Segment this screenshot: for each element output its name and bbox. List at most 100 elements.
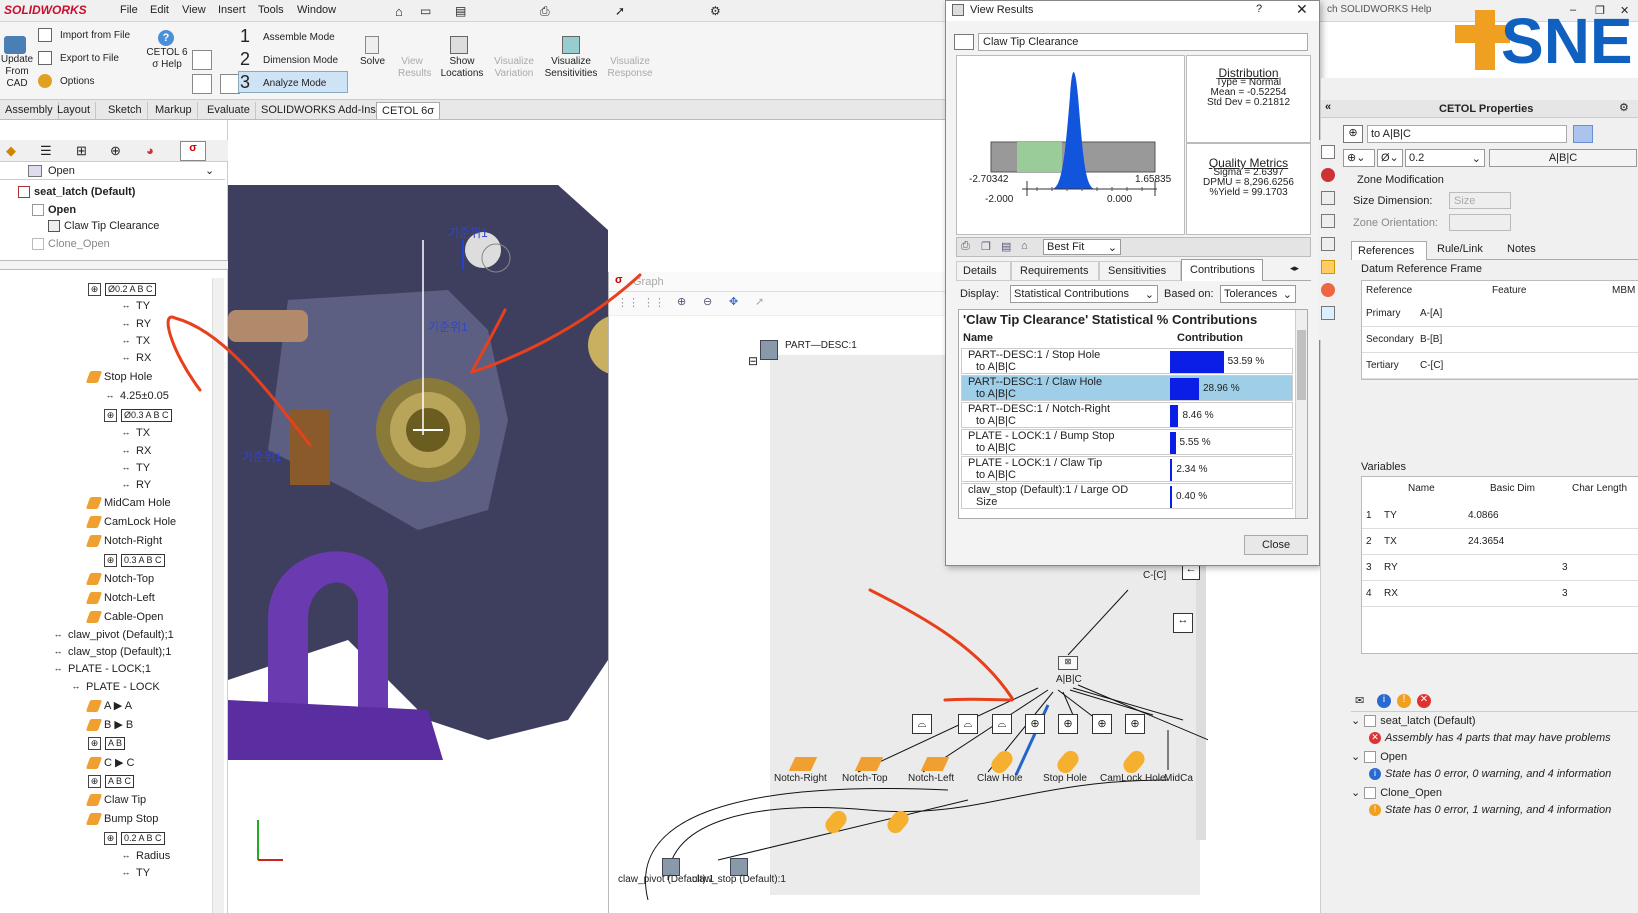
- side-icon-3[interactable]: [1321, 191, 1335, 205]
- message-text: Assembly has 4 parts that may have probl…: [1385, 732, 1611, 744]
- distribution-plot: -2.70342 1.65835 -2.000 0.000: [956, 55, 1185, 235]
- drf-label: Datum Reference Frame: [1361, 263, 1483, 275]
- variables-grid: Name Basic Dim Char Length 1 TY 4.0866 2 TX 2…: [1361, 476, 1638, 654]
- reference-row[interactable]: Tertiary C-[C]: [1362, 353, 1638, 379]
- tab-scroll-icon[interactable]: ◂▸: [1290, 263, 1299, 274]
- view-results-dialog: View Results ? ✕ Claw Tip Clearance -2.7…: [945, 0, 1320, 566]
- message-text: seat_latch (Default): [1380, 715, 1476, 727]
- chevron-down-icon: ⌄: [1107, 242, 1117, 254]
- zone-orientation-label: Zone Orientation:: [1353, 217, 1438, 229]
- message-item[interactable]: i State has 0 error, 0 warning, and 4 inf…: [1365, 768, 1612, 781]
- variables-label: Variables: [1361, 461, 1407, 473]
- based-on-select[interactable]: Tolerances ⌄: [1220, 285, 1296, 303]
- state-icon: [1364, 787, 1377, 800]
- contribution-row[interactable]: claw_stop (Default):1 / Large OD Size 0.40…: [961, 483, 1293, 509]
- distribution-chart: [990, 72, 1157, 196]
- chevron-down-icon: ⌄: [1282, 289, 1292, 301]
- fit-select[interactable]: Best Fit ⌄: [1043, 239, 1121, 255]
- dialog-close-icon[interactable]: ✕: [1296, 1, 1308, 18]
- contribution-row[interactable]: PART--DESC:1 / Claw Hole to A|B|C 28.96 %: [961, 375, 1293, 401]
- contribution-row[interactable]: PLATE - LOCK:1 / Bump Stop to A|B|C 5.55 %: [961, 429, 1293, 455]
- variable-char-length: 3: [1562, 588, 1568, 599]
- tab-requirements[interactable]: Requirements: [1011, 261, 1099, 281]
- display-select[interactable]: Statistical Contributions ⌄: [1010, 285, 1158, 303]
- tab-references[interactable]: References: [1351, 241, 1427, 260]
- expand-icon: ⌄: [1351, 787, 1361, 799]
- tab-details[interactable]: Details: [956, 261, 1011, 281]
- side-icon-1[interactable]: [1321, 145, 1335, 159]
- side-icon-7[interactable]: [1321, 283, 1335, 297]
- symbol-select[interactable]: ⊕⌄: [1343, 149, 1375, 167]
- state-icon: [1364, 751, 1377, 764]
- scroll-thumb[interactable]: [1297, 330, 1306, 400]
- side-icon-4[interactable]: [1321, 214, 1335, 228]
- variable-index: 1: [1366, 510, 1372, 521]
- side-icon-6[interactable]: [1321, 260, 1335, 274]
- link-icon[interactable]: [1573, 125, 1593, 143]
- collapse-panel-icon[interactable]: «: [1325, 101, 1331, 113]
- contribution-value: 53.59 %: [1227, 356, 1265, 367]
- tab-contributions[interactable]: Contributions: [1181, 259, 1263, 281]
- side-icon-8[interactable]: [1321, 306, 1335, 320]
- reference-row[interactable]: Primary A-[A]: [1362, 301, 1638, 327]
- quality-metrics: Quality Metrics Sigma = 2.6397 DPMU = 8,…: [1186, 143, 1311, 235]
- variable-row[interactable]: 3 RY 3: [1362, 555, 1638, 581]
- tab-rule-link[interactable]: Rule/Link: [1431, 243, 1489, 255]
- message-item[interactable]: ✕ Assembly has 4 parts that may have prob…: [1365, 732, 1611, 745]
- expand-icon: ⌄: [1351, 751, 1361, 763]
- variable-row[interactable]: 4 RX 3: [1362, 581, 1638, 607]
- info-icon: i: [1369, 768, 1381, 781]
- copy-plot-icon[interactable]: ❐: [981, 240, 991, 253]
- error-icon: ✕: [1369, 732, 1381, 745]
- variable-name: RX: [1384, 588, 1398, 599]
- curve-icon[interactable]: ⌂: [1021, 240, 1028, 252]
- message-item[interactable]: ⌄ Clone_Open: [1351, 786, 1442, 800]
- reference-row[interactable]: Secondary B-[B]: [1362, 327, 1638, 353]
- tab-notes[interactable]: Notes: [1501, 243, 1542, 255]
- variable-row[interactable]: 1 TY 4.0866: [1362, 503, 1638, 529]
- message-icon[interactable]: ✉: [1355, 694, 1364, 707]
- histogram-icon[interactable]: ▤: [1001, 240, 1011, 253]
- reference-type: Primary: [1366, 308, 1401, 319]
- warning-filter-icon[interactable]: !: [1397, 694, 1411, 708]
- col-contribution: Contribution: [1177, 332, 1243, 344]
- message-item[interactable]: ⌄ seat_latch (Default): [1351, 714, 1476, 728]
- error-filter-icon[interactable]: ✕: [1417, 694, 1431, 708]
- contribution-bar: [1170, 405, 1179, 427]
- message-item[interactable]: ! State has 0 error, 1 warning, and 4 inf…: [1365, 804, 1612, 817]
- distribution-stats: Distribution Type = Normal Mean = -0.522…: [1186, 55, 1311, 143]
- var-col-char-length: Char Length: [1572, 483, 1628, 494]
- display-label: Display:: [960, 288, 1000, 300]
- dialog-titlebar: View Results ? ✕: [946, 1, 1319, 21]
- contribution-row[interactable]: PLATE - LOCK:1 / Claw Tip to A|B|C 2.34 %: [961, 456, 1293, 482]
- close-button[interactable]: Close: [1244, 535, 1308, 555]
- ref-col-reference: Reference: [1366, 285, 1413, 296]
- contribution-row[interactable]: PART--DESC:1 / Stop Hole to A|B|C 53.59 %: [961, 348, 1293, 374]
- contribution-row[interactable]: PART--DESC:1 / Notch-Right to A|B|C 8.46 %: [961, 402, 1293, 428]
- print-plot-icon[interactable]: ⎙: [961, 240, 970, 253]
- message-text: Clone_Open: [1380, 787, 1442, 799]
- datum-field[interactable]: A|B|C: [1489, 149, 1637, 167]
- message-text: State has 0 error, 0 warning, and 4 info…: [1385, 768, 1612, 780]
- properties-titlebar: « CETOL Properties ⚙: [1321, 100, 1638, 118]
- side-icon-5[interactable]: [1321, 237, 1335, 251]
- chevron-down-icon: ⌄: [1471, 153, 1481, 165]
- diameter-select[interactable]: Ø⌄: [1377, 149, 1403, 167]
- size-select[interactable]: Size: [1449, 192, 1511, 209]
- measurement-name-field[interactable]: Claw Tip Clearance: [978, 33, 1308, 51]
- side-icon-2[interactable]: [1321, 168, 1335, 182]
- table-title: 'Claw Tip Clearance' Statistical % Contr…: [963, 312, 1258, 327]
- message-item[interactable]: ⌄ Open: [1351, 750, 1407, 764]
- tab-sensitivities[interactable]: Sensitivities: [1099, 261, 1181, 281]
- dialog-help-button[interactable]: ?: [1256, 3, 1262, 15]
- zone-orientation-select[interactable]: [1449, 214, 1511, 231]
- info-filter-icon[interactable]: i: [1377, 694, 1391, 708]
- warning-icon: !: [1369, 804, 1381, 817]
- results-tabs: Details Requirements Sensitivities Contr…: [956, 259, 1311, 281]
- variable-row[interactable]: 2 TX 24.3654: [1362, 529, 1638, 555]
- message-text: State has 0 error, 1 warning, and 4 info…: [1385, 804, 1612, 816]
- tolerance-target-field[interactable]: to A|B|C: [1367, 125, 1567, 143]
- tolerance-value-field[interactable]: 0.2 ⌄: [1405, 149, 1485, 167]
- settings-gear-icon[interactable]: ⚙: [1619, 101, 1629, 114]
- table-scrollbar[interactable]: [1295, 310, 1307, 518]
